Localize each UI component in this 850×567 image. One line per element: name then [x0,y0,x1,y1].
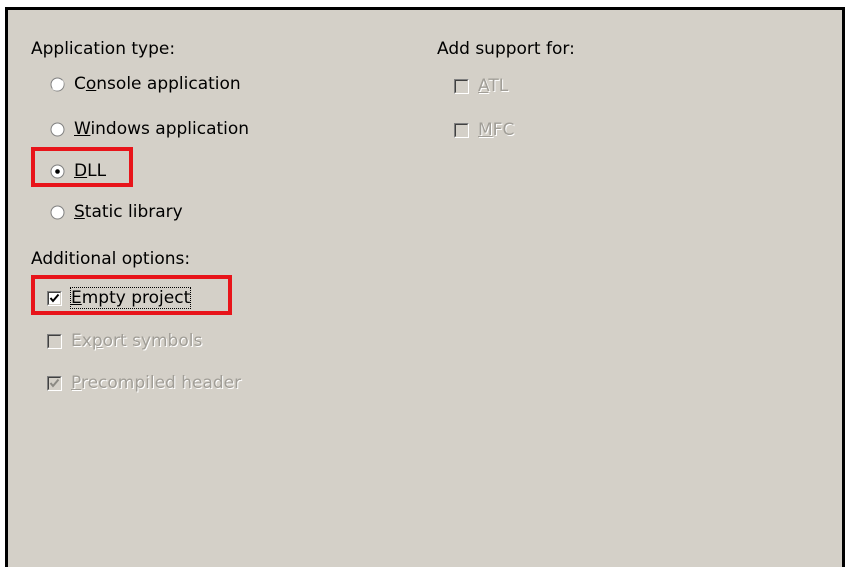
radio-button-icon[interactable] [50,122,65,137]
radio-label: Console application [74,74,241,94]
radio-console-application[interactable]: Console application [50,72,241,96]
additional-options-heading: Additional options: [31,249,191,269]
checkbox-label: Precompiled header [71,373,242,393]
radio-windows-application[interactable]: Windows application [50,117,249,141]
checkbox-disabled-icon[interactable] [454,78,469,94]
radio-button-icon[interactable] [50,77,65,92]
radio-label: DLL [74,161,107,181]
checkbox-label: ATL [478,76,509,96]
application-type-heading: Application type: [31,39,176,59]
radio-dll[interactable]: DLL [50,159,106,183]
checkbox-disabled-icon[interactable] [47,333,62,349]
add-support-heading: Add support for: [437,39,575,59]
checkbox-label: Empty project [69,287,192,309]
radio-static-library[interactable]: Static library [50,200,183,224]
checkbox-checked-icon[interactable] [47,290,62,306]
radio-label: Static library [74,202,183,222]
checkbox-precompiled-header[interactable]: Precompiled header [47,371,241,395]
wizard-panel: Application type: Console application Wi… [5,7,845,567]
checkbox-atl[interactable]: ATL [454,74,508,98]
checkbox-mfc[interactable]: MFC [454,118,514,142]
radio-button-icon[interactable] [50,205,65,220]
radio-label: Windows application [74,119,250,139]
checkbox-export-symbols[interactable]: Export symbols [47,329,202,353]
checkbox-disabled-icon[interactable] [454,122,469,138]
radio-button-selected-icon[interactable] [50,164,65,179]
checkbox-label: Export symbols [71,331,203,351]
checkbox-label: MFC [478,120,515,140]
checkbox-checked-disabled-icon[interactable] [47,375,62,391]
checkbox-empty-project[interactable]: Empty project [47,286,192,310]
